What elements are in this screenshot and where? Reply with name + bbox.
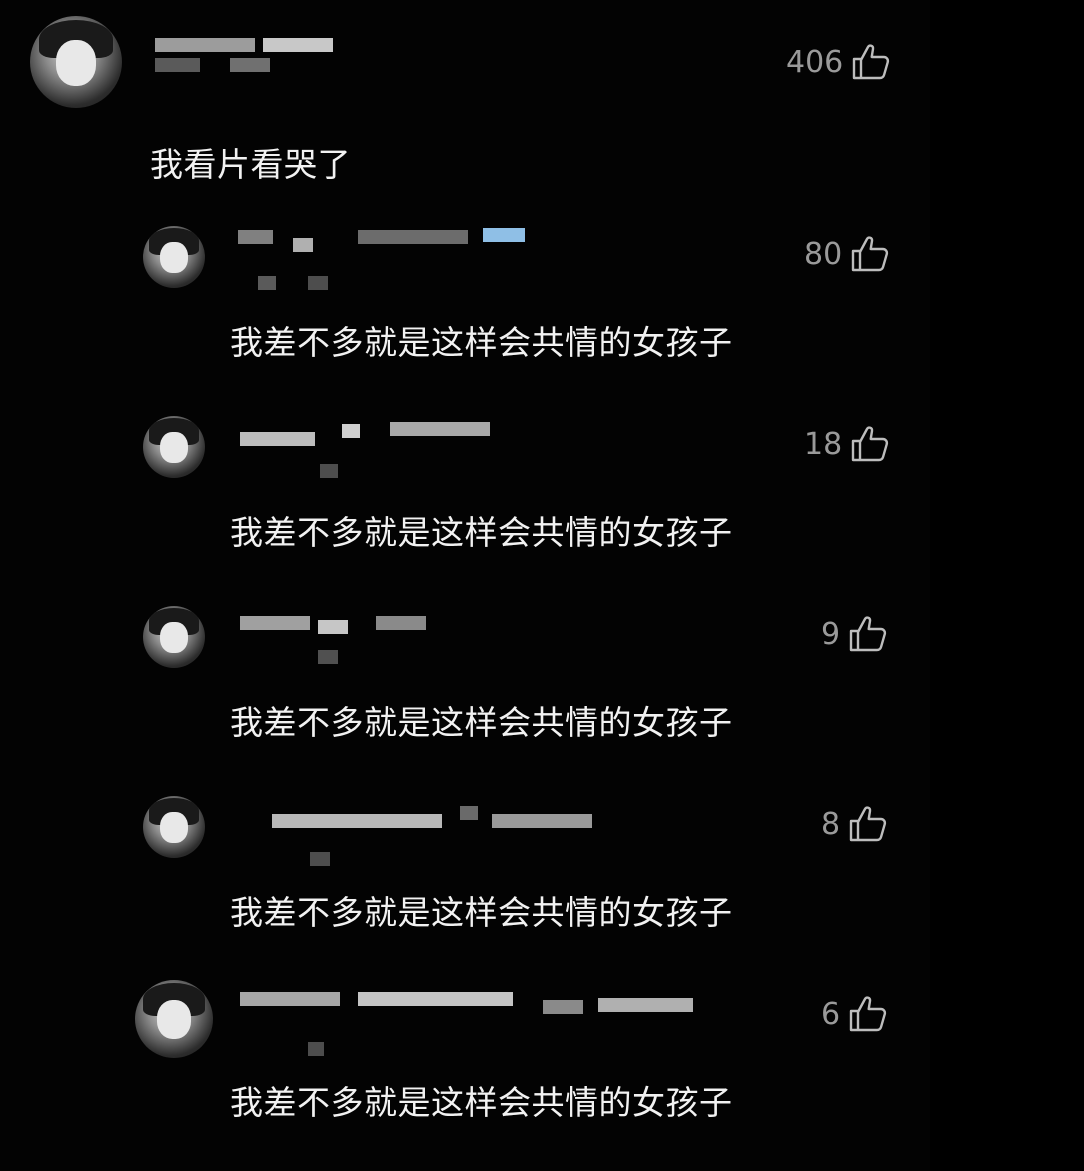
avatar-face	[160, 622, 188, 654]
thumbs-up-icon	[853, 44, 890, 80]
thumbs-up-icon	[849, 806, 887, 842]
avatar-face	[160, 432, 188, 464]
like-count: 8	[821, 806, 841, 842]
like-count: 6	[821, 996, 841, 1032]
thumbs-up-icon	[851, 236, 889, 272]
username-redacted	[238, 228, 528, 290]
redaction-block	[483, 228, 525, 242]
avatar-face	[160, 242, 188, 274]
like-button[interactable]: 80	[804, 234, 892, 274]
comment-text: 我差不多就是这样会共情的女孩子	[230, 323, 733, 362]
redaction-block	[308, 276, 328, 290]
redaction-block	[358, 230, 468, 244]
avatar[interactable]	[135, 980, 213, 1058]
redaction-block	[263, 38, 333, 52]
like-button[interactable]: 406	[786, 42, 893, 82]
username-redacted	[155, 38, 345, 72]
like-count: 406	[786, 44, 844, 80]
like-button[interactable]: 18	[804, 424, 892, 464]
thumbs-up-icon	[849, 616, 887, 652]
username-redacted	[238, 986, 698, 1056]
redaction-block	[230, 58, 270, 72]
comment-text: 我差不多就是这样会共情的女孩子	[230, 513, 733, 552]
avatar[interactable]	[143, 226, 205, 288]
like-button[interactable]: 6	[821, 994, 890, 1034]
username-redacted	[270, 800, 600, 866]
redaction-block	[155, 38, 255, 52]
redaction-block	[240, 616, 310, 630]
redaction-block	[492, 814, 592, 828]
avatar-face	[55, 39, 97, 86]
redaction-block	[155, 58, 200, 72]
redaction-block	[543, 1000, 583, 1014]
redaction-block	[598, 998, 693, 1012]
avatar[interactable]	[30, 16, 122, 108]
like-button[interactable]: 8	[821, 804, 890, 844]
redaction-block	[342, 424, 360, 438]
avatar[interactable]	[143, 416, 205, 478]
redaction-block	[308, 1042, 324, 1056]
thumbs-up-icon	[851, 426, 889, 462]
redaction-block	[318, 650, 338, 664]
comment-list: 我看片看哭了 406 我差不多就是这样会共情的女孩子 80 我差不多就是这样会共…	[0, 0, 930, 1171]
redaction-block	[358, 992, 513, 1006]
comment-text: 我差不多就是这样会共情的女孩子	[230, 1083, 733, 1122]
redaction-block	[240, 432, 315, 446]
like-button[interactable]: 9	[821, 614, 890, 654]
redaction-block	[318, 620, 348, 634]
username-redacted	[238, 610, 438, 664]
redaction-block	[320, 464, 338, 478]
avatar-face	[156, 1000, 192, 1040]
comment-text: 我差不多就是这样会共情的女孩子	[230, 893, 733, 932]
redaction-block	[293, 238, 313, 252]
redaction-block	[390, 422, 490, 436]
like-count: 18	[804, 426, 843, 462]
redaction-block	[376, 616, 426, 630]
redaction-block	[460, 806, 478, 820]
redaction-block	[258, 276, 276, 290]
avatar-face	[160, 812, 188, 844]
avatar[interactable]	[143, 796, 205, 858]
redaction-block	[238, 230, 273, 244]
comment-text: 我差不多就是这样会共情的女孩子	[230, 703, 733, 742]
like-count: 9	[821, 616, 841, 652]
avatar[interactable]	[143, 606, 205, 668]
redaction-block	[272, 814, 442, 828]
username-redacted	[238, 418, 498, 478]
like-count: 80	[804, 236, 843, 272]
comment-text: 我看片看哭了	[150, 145, 351, 184]
thumbs-up-icon	[849, 996, 887, 1032]
redaction-block	[310, 852, 330, 866]
redaction-block	[240, 992, 340, 1006]
